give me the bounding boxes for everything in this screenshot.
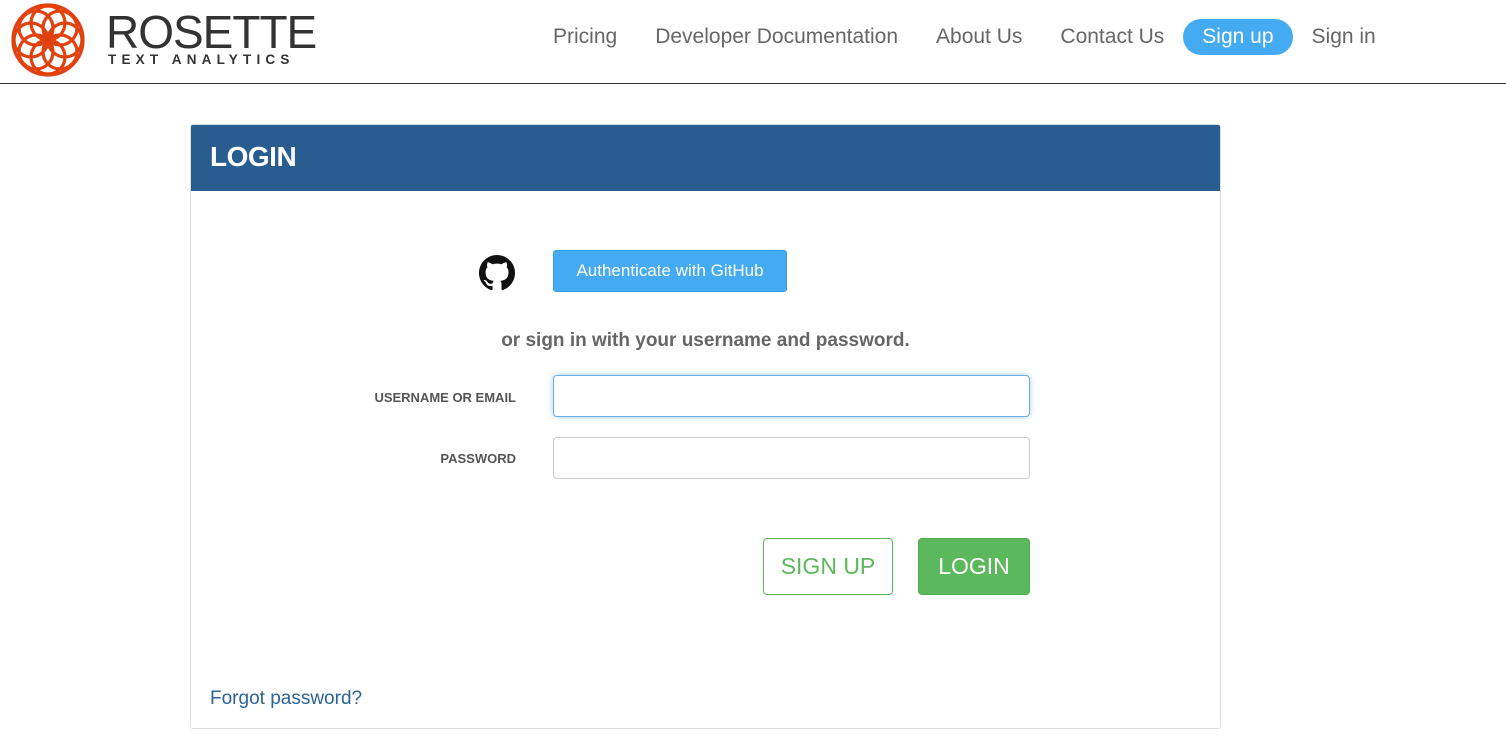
username-input[interactable] [553,375,1030,417]
nav-signup-button[interactable]: Sign up [1183,19,1293,55]
main-nav: Pricing Developer Documentation About Us… [540,19,1376,55]
login-panel-header: LOGIN [191,125,1220,191]
rosette-logo[interactable]: ROSETTE TEXT ANALYTICS [10,2,320,78]
logo-tagline: TEXT ANALYTICS [108,52,295,67]
signup-button[interactable]: SIGN UP [763,538,893,595]
nav-about-link[interactable]: About Us [936,19,1022,55]
nav-signin-link[interactable]: Sign in [1312,19,1376,55]
password-label: PASSWORD [440,451,516,466]
nav-developer-docs-link[interactable]: Developer Documentation [655,19,898,55]
password-input[interactable] [553,437,1030,479]
login-button[interactable]: LOGIN [918,538,1030,595]
alt-signin-text: or sign in with your username and passwo… [501,330,910,351]
logo-wordmark: ROSETTE [106,6,317,58]
rosette-logo-icon [11,3,85,77]
username-label: USERNAME OR EMAIL [374,390,516,405]
login-panel: LOGIN Authenticate with GitHub or sign i… [190,124,1221,729]
nav-contact-link[interactable]: Contact Us [1060,19,1164,55]
github-icon [479,255,515,291]
top-navbar: ROSETTE TEXT ANALYTICS Pricing Developer… [0,0,1506,84]
login-panel-title: LOGIN [210,141,297,172]
authenticate-github-button[interactable]: Authenticate with GitHub [553,250,787,292]
nav-pricing-link[interactable]: Pricing [553,19,617,55]
forgot-password-link[interactable]: Forgot password? [210,688,362,710]
